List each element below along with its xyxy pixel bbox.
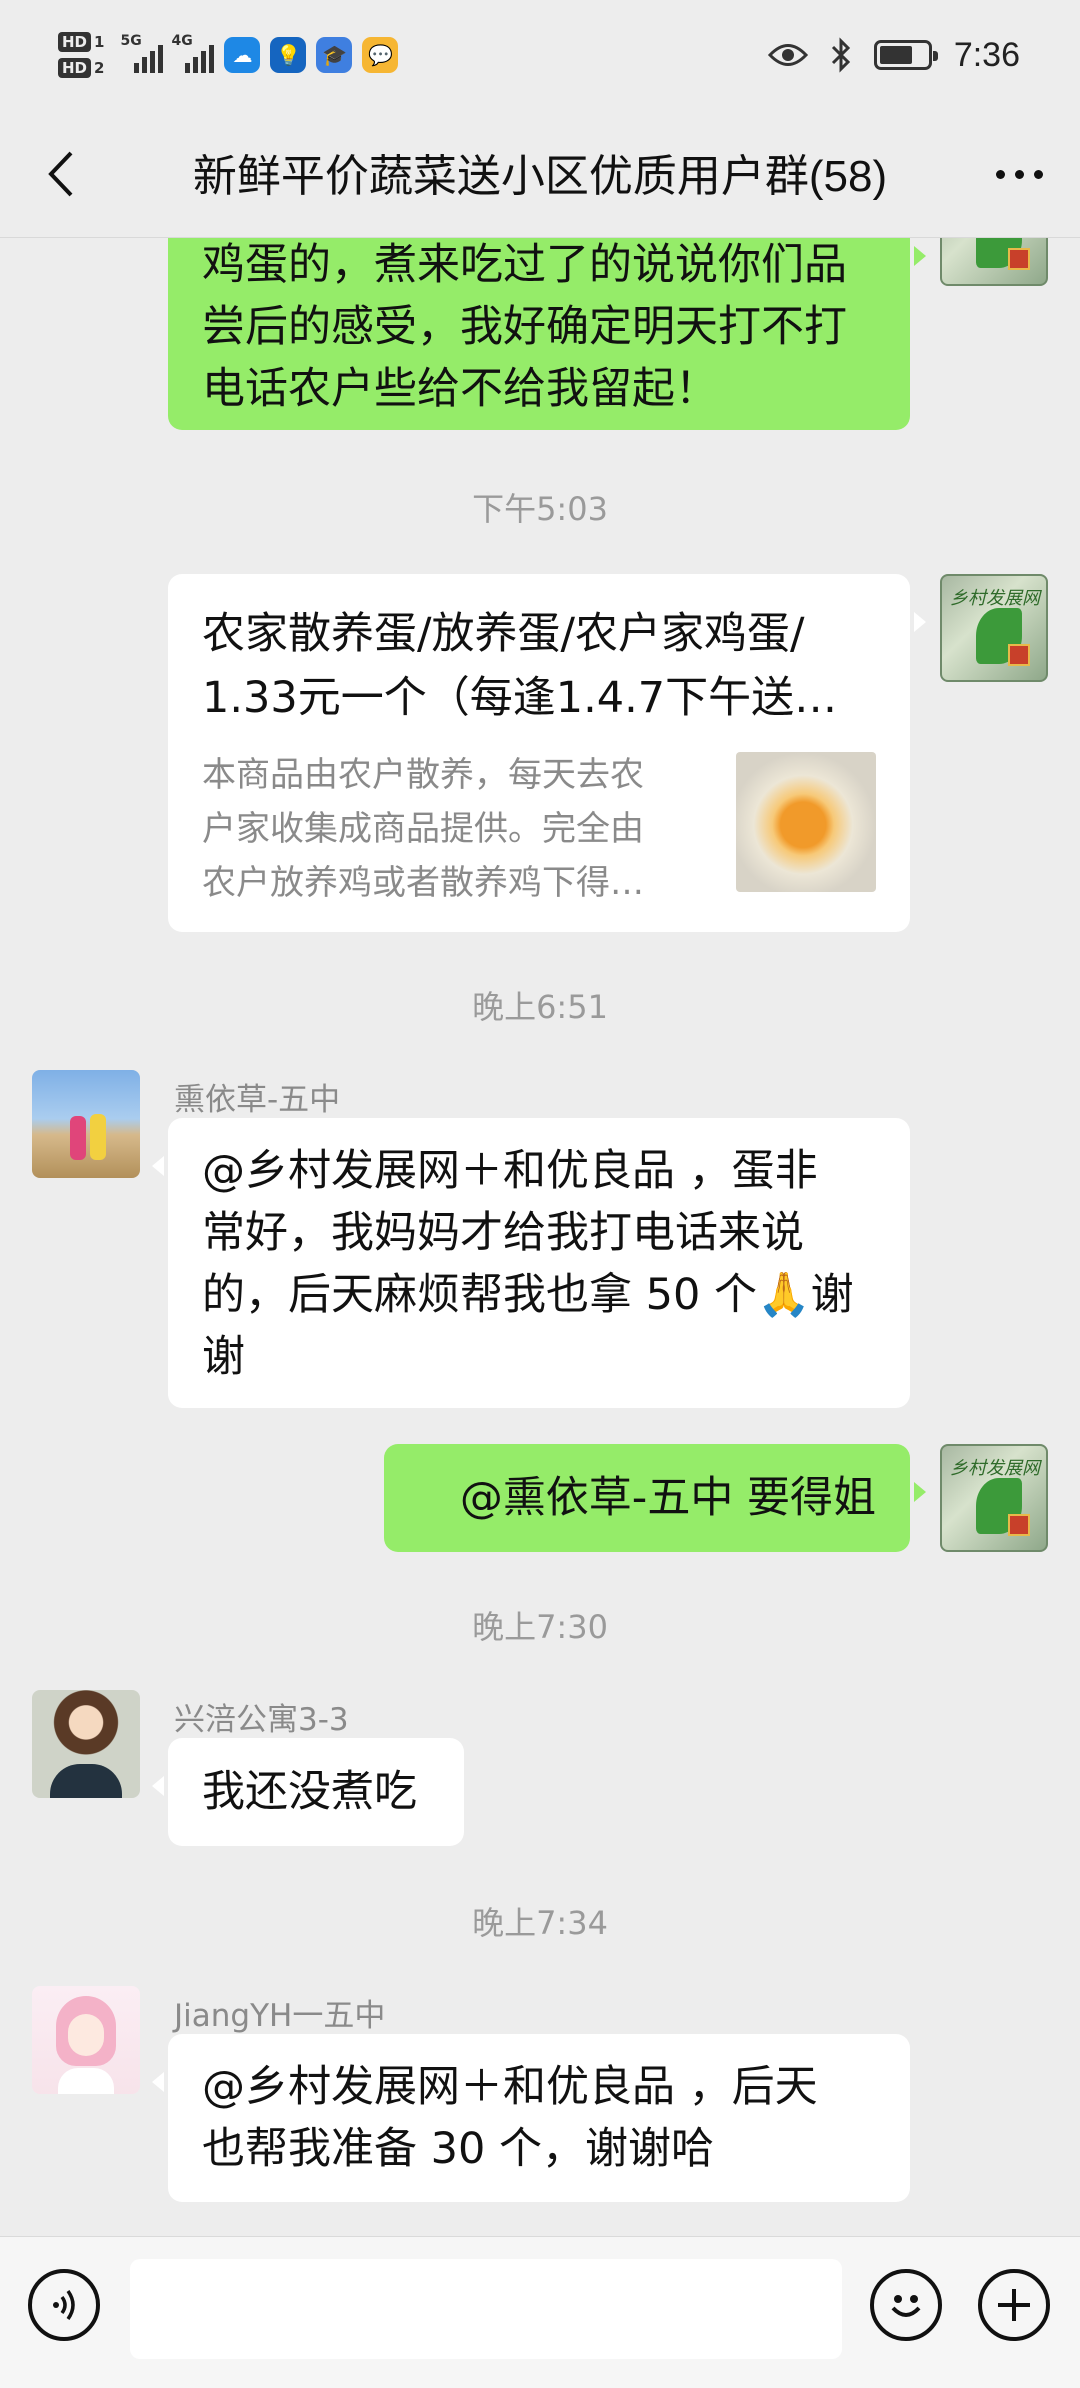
message-text: 电话农户些给不给我留起！ <box>202 364 718 414</box>
message-bubble-own[interactable]: 鸡蛋的，煮来吃过了的说说你们品 尝后的感受，我好确定明天打不打 电话农户些给不给… <box>168 238 926 430</box>
message-bubble-other[interactable]: @乡村发展网＋和优良品 ，蛋非 常好，我妈妈才给我打电话来说 的，后天麻烦帮我也… <box>152 1118 910 1408</box>
signal-icon: 5G <box>120 33 164 73</box>
timestamp: 下午5:03 <box>472 490 608 528</box>
dot-icon <box>1033 169 1043 179</box>
sender-name: 兴涪公寓3-3 <box>174 1702 349 1738</box>
egg-thumbnail <box>736 752 876 892</box>
avatar-other[interactable] <box>32 1986 140 2094</box>
bulb-app-icon: 💡 <box>270 37 307 73</box>
voice-icon <box>53 2289 75 2321</box>
emoji-button[interactable] <box>870 2269 942 2341</box>
product-link-card[interactable]: 农家散养蛋/放养蛋/农户家鸡蛋/ 1.33元一个（每逢1.4.7下午送… 本商品… <box>168 574 926 932</box>
cap-app-icon: 🎓 <box>316 37 353 73</box>
timestamp: 晚上6:51 <box>472 988 608 1026</box>
status-bar: HD 1 HD 2 5G 4G ☁ 💡 🎓 💬 7:36 <box>0 0 1080 110</box>
card-description: 本商品由农户散养，每天去农 户家收集成商品提供。完全由 农户放养鸡或者散养鸡下得… <box>202 755 644 903</box>
sender-name: JiangYH一五中 <box>174 1998 386 2034</box>
avatar-own[interactable] <box>940 238 1048 286</box>
message-text: 也帮我准备 30 个，谢谢哈 <box>202 2124 715 2174</box>
message-bubble-own[interactable]: @熏依草-五中 要得姐 <box>384 1444 926 1552</box>
message-text: 的，后天麻烦帮我也拿 50 个🙏谢 <box>202 1270 854 1320</box>
message-text: 常好，我妈妈才给我打电话来说 <box>202 1208 804 1258</box>
chat-header: 新鲜平价蔬菜送小区优质用户群(58) <box>0 110 1080 238</box>
eye-icon <box>767 44 808 66</box>
chat-title: 新鲜平价蔬菜送小区优质用户群(58) <box>192 152 888 201</box>
message-text: 鸡蛋的，煮来吃过了的说说你们品 <box>202 240 847 290</box>
clock: 7:36 <box>953 35 1020 74</box>
weather-app-icon: ☁ <box>224 37 261 73</box>
message-text: 我还没煮吃 <box>202 1767 417 1817</box>
avatar-other[interactable] <box>32 1070 140 1178</box>
message-list[interactable]: 鸡蛋的，煮来吃过了的说说你们品 尝后的感受，我好确定明天打不打 电话农户些给不给… <box>0 238 1080 2236</box>
voice-button[interactable] <box>28 2269 100 2341</box>
battery-icon <box>873 40 938 70</box>
message-bubble-other[interactable]: 我还没煮吃 <box>152 1738 464 1846</box>
avatar-other[interactable] <box>32 1690 140 1798</box>
card-title: 农家散养蛋/放养蛋/农户家鸡蛋/ 1.33元一个（每逢1.4.7下午送… <box>202 609 838 723</box>
avatar-own[interactable]: 乡村发展网 <box>940 574 1048 682</box>
signal-icon: 4G <box>171 33 215 73</box>
message-text: 谢 <box>202 1332 245 1382</box>
more-actions-button[interactable] <box>978 2269 1050 2341</box>
emoji-icon <box>891 2295 921 2317</box>
chat-app-icon: 💬 <box>362 37 399 73</box>
message-input[interactable] <box>130 2259 842 2359</box>
dot-icon <box>1014 169 1024 179</box>
message-text: @熏依草-五中 要得姐 <box>459 1473 876 1523</box>
bluetooth-icon <box>831 37 850 73</box>
status-left: HD 1 HD 2 5G 4G ☁ 💡 🎓 💬 <box>58 20 399 90</box>
sender-name: 熏依草-五中 <box>174 1082 341 1118</box>
timestamp: 晚上7:30 <box>472 1608 608 1646</box>
dot-icon <box>995 169 1005 179</box>
message-text: @乡村发展网＋和优良品 ，后天 <box>202 2062 818 2112</box>
more-options-button[interactable] <box>984 144 1054 204</box>
sim2-indicator: HD 2 <box>58 58 104 78</box>
input-bar <box>0 2236 1080 2388</box>
message-text: @乡村发展网＋和优良品 ，蛋非 <box>202 1146 818 1196</box>
message-text: 尝后的感受，我好确定明天打不打 <box>202 302 847 352</box>
status-right: 7:36 <box>767 25 1020 85</box>
message-bubble-other[interactable]: @乡村发展网＋和优良品 ，后天 也帮我准备 30 个，谢谢哈 <box>152 2034 910 2202</box>
plus-icon <box>998 2289 1030 2321</box>
sim-indicators: HD 1 HD 2 <box>58 32 104 78</box>
avatar-own[interactable]: 乡村发展网 <box>940 1444 1048 1552</box>
timestamp: 晚上7:34 <box>472 1904 608 1942</box>
sim1-indicator: HD 1 <box>58 32 104 52</box>
